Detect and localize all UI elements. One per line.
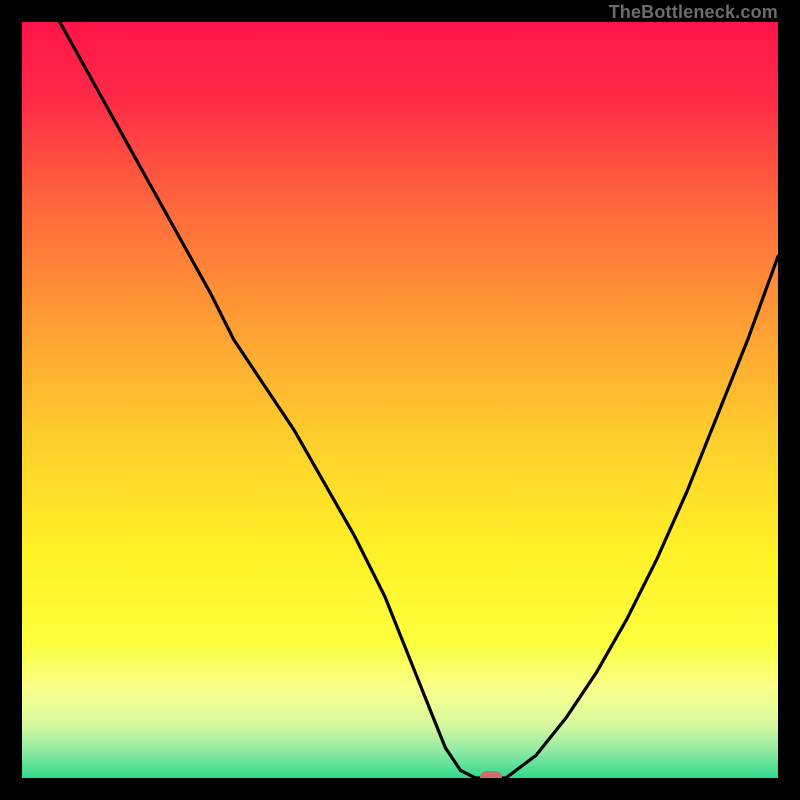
chart-container: TheBottleneck.com [0, 0, 800, 800]
optimal-point-marker [480, 771, 502, 778]
watermark-text: TheBottleneck.com [609, 2, 778, 23]
bottleneck-curve [22, 22, 778, 778]
plot-area [22, 22, 778, 778]
